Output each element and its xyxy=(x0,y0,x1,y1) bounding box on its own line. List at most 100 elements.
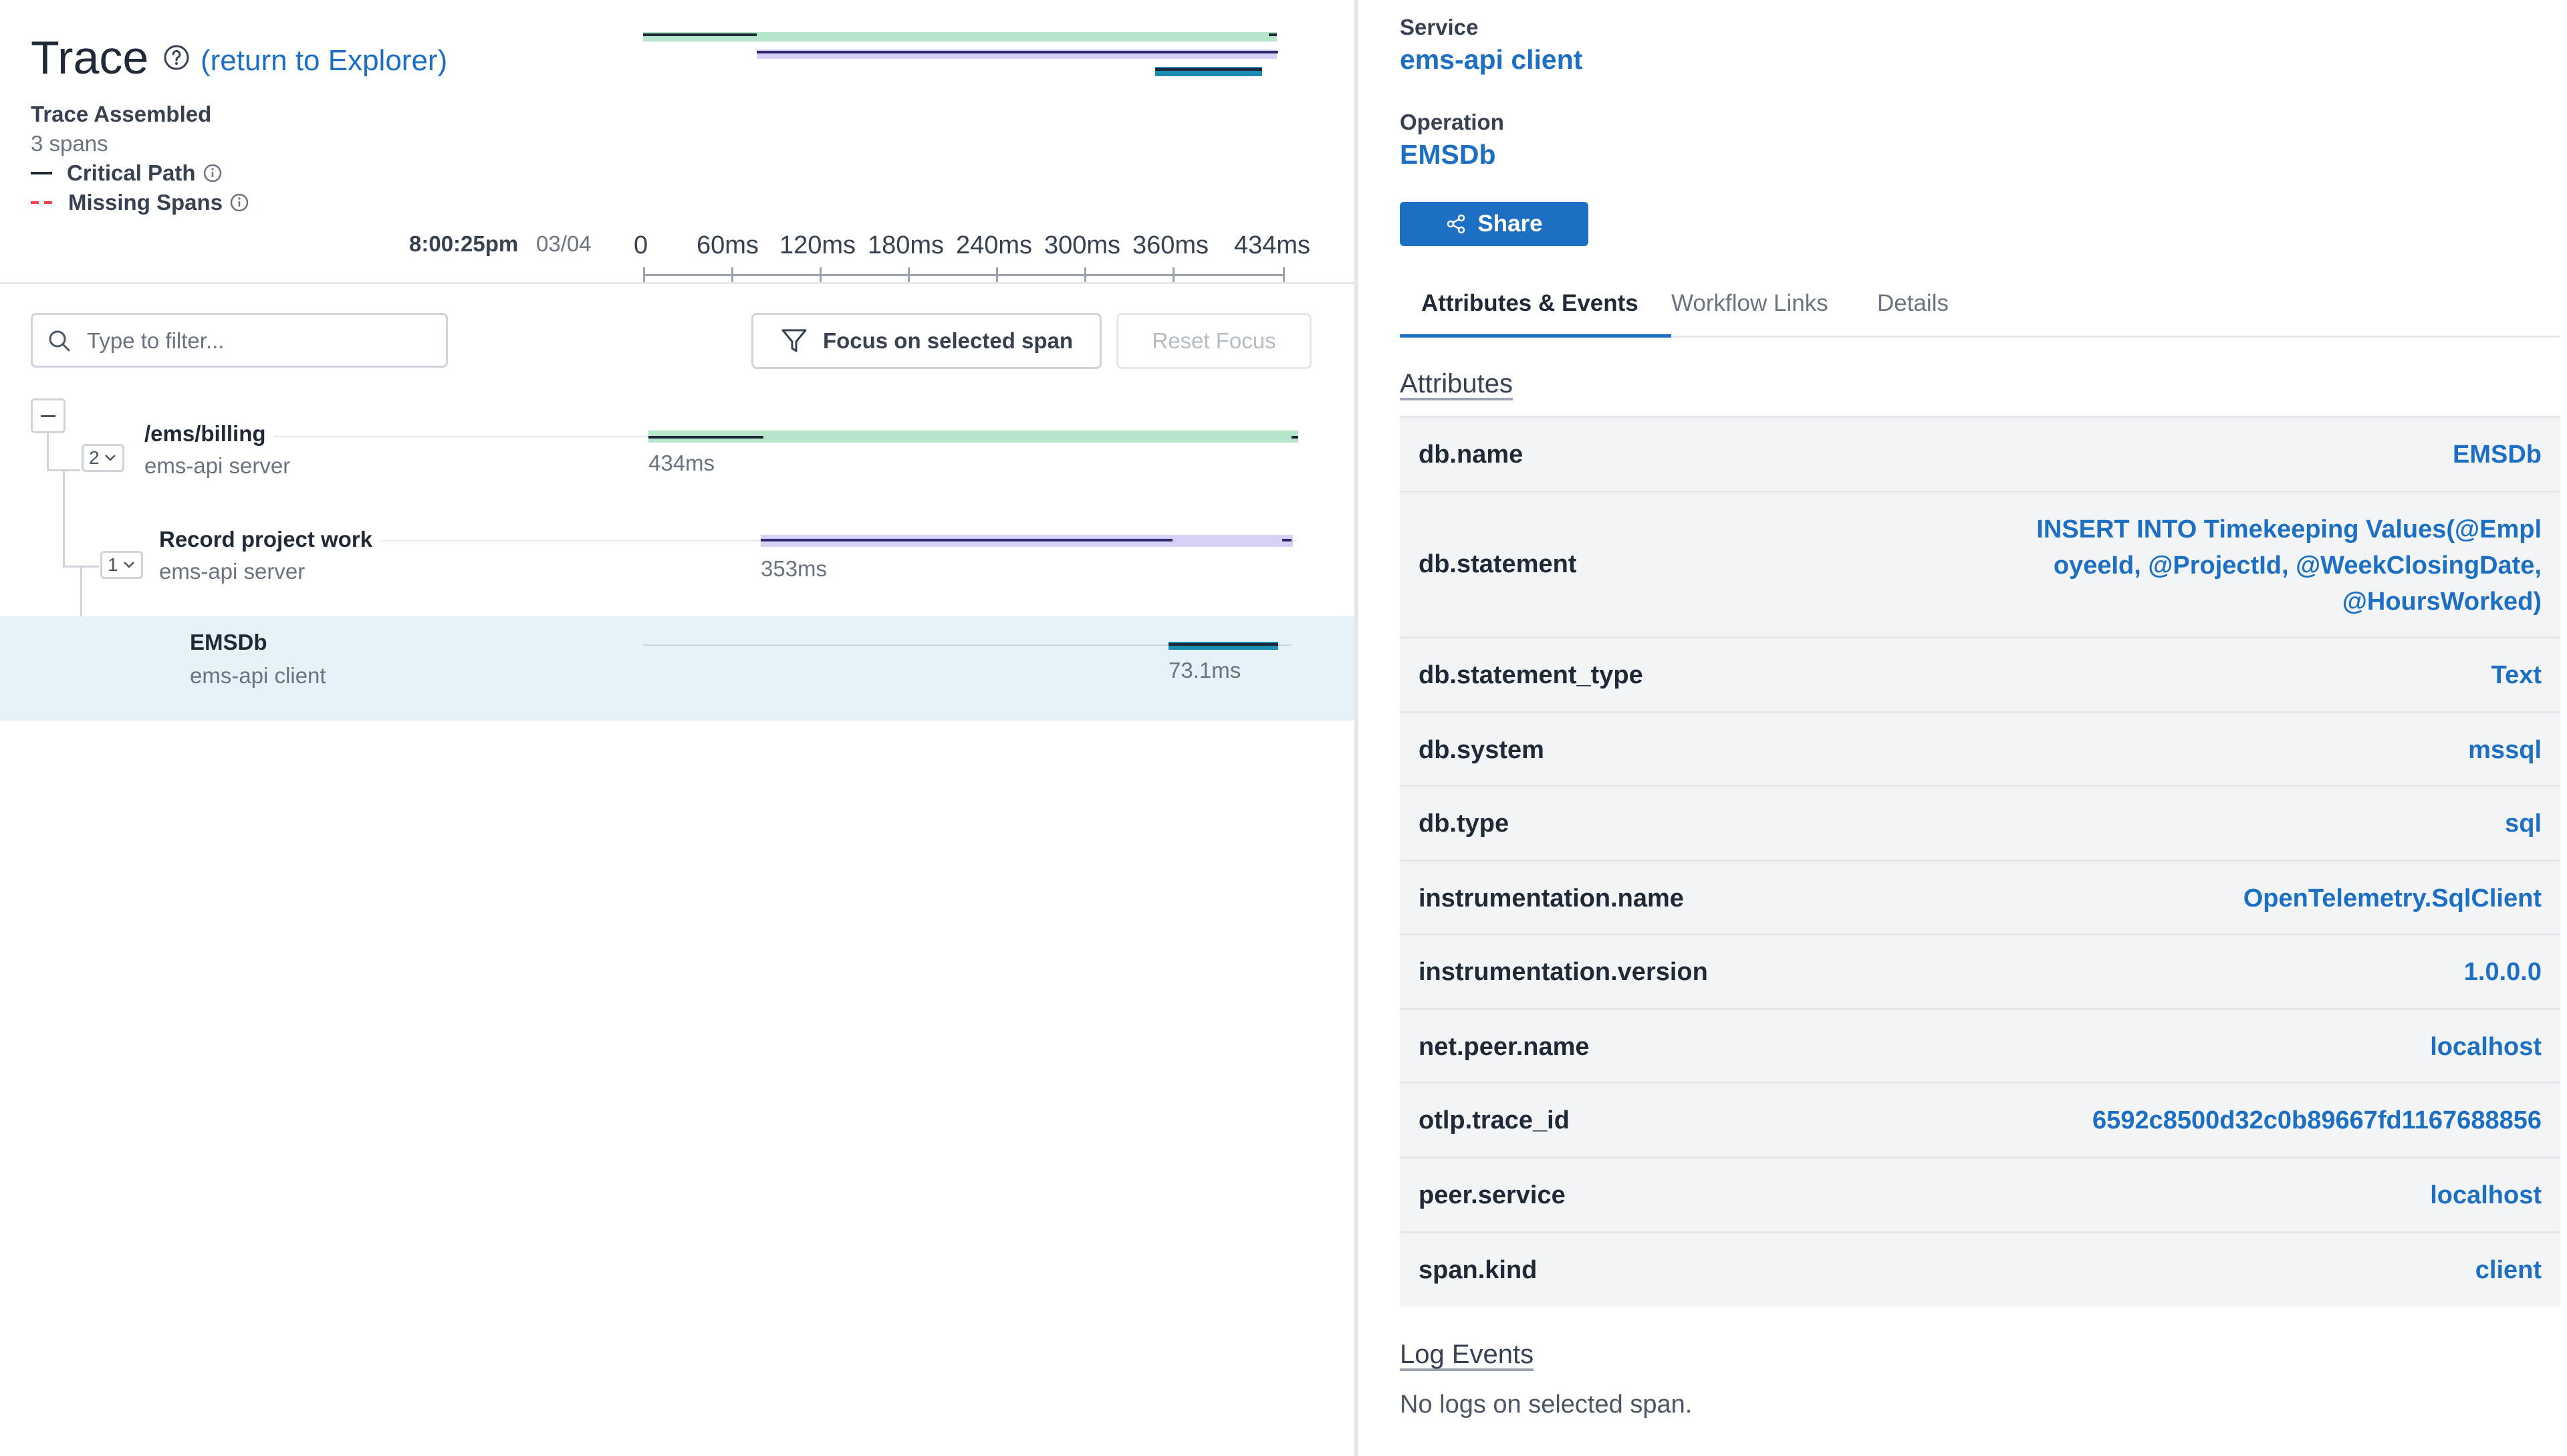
attribute-value-multiline[interactable]: INSERT INTO Timekeeping Values(@Empl oye… xyxy=(2036,511,2542,620)
tab-details[interactable]: Details xyxy=(1877,290,1949,317)
attribute-value[interactable]: localhost xyxy=(2430,1181,2542,1210)
tick-label: 300ms xyxy=(1044,231,1121,259)
attribute-row: db.statement_type Text xyxy=(1400,636,2560,711)
tick-mark xyxy=(1173,267,1175,282)
children-count-toggle[interactable]: 1 xyxy=(100,551,143,579)
attribute-row: otlp.trace_id 6592c8500d32c0b89667fd1167… xyxy=(1400,1082,2560,1157)
span-name: /ems/billing xyxy=(144,421,266,446)
missing-spans-dash-icon xyxy=(31,201,55,204)
minimap-critical-emsdb xyxy=(1155,68,1262,71)
active-tab-indicator xyxy=(1400,334,1671,338)
share-icon xyxy=(1447,214,1465,234)
minimap-critical-billing xyxy=(643,33,757,36)
tab-attributes-events[interactable]: Attributes & Events xyxy=(1421,290,1638,317)
legend-missing-spans-label: Missing Spans xyxy=(68,190,223,215)
attribute-value[interactable]: localhost xyxy=(2430,1033,2542,1062)
minimap-critical-billing-end xyxy=(1269,33,1277,36)
attribute-row: span.kind client xyxy=(1400,1231,2560,1306)
attribute-key: otlp.trace_id xyxy=(1419,1106,1570,1134)
tab-workflow-links[interactable]: Workflow Links xyxy=(1671,290,1828,317)
share-button[interactable]: Share xyxy=(1400,202,1588,246)
tick-mark xyxy=(1283,267,1285,282)
tick-label: 434ms xyxy=(1234,231,1311,259)
help-icon[interactable] xyxy=(163,44,190,71)
span-name: Record project work xyxy=(159,527,373,552)
page-title: Trace xyxy=(31,31,149,84)
attribute-row: instrumentation.version 1.0.0.0 xyxy=(1400,933,2560,1008)
no-logs-message: No logs on selected span. xyxy=(1400,1390,1693,1419)
trace-start-date: 03/04 xyxy=(536,231,592,256)
operation-value-link[interactable]: EMSDb xyxy=(1400,139,1496,170)
info-icon[interactable] xyxy=(229,193,249,213)
tick-label: 120ms xyxy=(779,231,856,259)
critical-path-segment xyxy=(1292,436,1298,439)
tick-mark xyxy=(643,267,645,282)
share-label: Share xyxy=(1477,211,1543,237)
tick-label: 0 xyxy=(634,231,648,259)
focus-button-label: Focus on selected span xyxy=(822,328,1074,353)
critical-path-segment xyxy=(1282,539,1292,541)
attribute-key: span.kind xyxy=(1419,1256,1538,1284)
span-duration: 353ms xyxy=(761,556,828,581)
span-service: ems-api server xyxy=(159,559,305,584)
focus-on-selected-span-button[interactable]: Focus on selected span xyxy=(751,313,1102,369)
attribute-key: net.peer.name xyxy=(1419,1033,1590,1061)
attribute-value[interactable]: 1.0.0.0 xyxy=(2464,958,2542,987)
attribute-row: db.type sql xyxy=(1400,785,2560,860)
filter-input[interactable] xyxy=(87,325,435,357)
attribute-key: instrumentation.version xyxy=(1419,958,1708,986)
minimap-critical-record xyxy=(757,51,1278,53)
attribute-key: peer.service xyxy=(1419,1181,1566,1209)
span-count: 3 spans xyxy=(31,131,108,156)
trace-minimap[interactable] xyxy=(643,29,1285,83)
span-row-billing[interactable]: 2 /ems/billing ems-api server 434ms xyxy=(0,416,1354,503)
attribute-value[interactable]: Text xyxy=(2491,661,2542,690)
chevron-down-icon xyxy=(123,562,134,568)
tick-label: 240ms xyxy=(956,231,1033,259)
attribute-key: instrumentation.name xyxy=(1419,884,1684,913)
tick-mark xyxy=(996,267,998,282)
service-label: Service xyxy=(1400,15,1479,39)
critical-path-line-icon xyxy=(31,172,52,174)
attribute-key: db.statement xyxy=(1419,550,1577,578)
span-service: ems-api server xyxy=(144,453,291,478)
info-icon[interactable] xyxy=(203,163,223,183)
chevron-down-icon xyxy=(104,455,116,461)
attribute-value-line: oyeeId, @ProjectId, @WeekClosingDate, xyxy=(2053,552,2542,580)
attribute-value[interactable]: OpenTelemetry.SqlClient xyxy=(2243,884,2542,913)
legend-critical-path: Critical Path xyxy=(31,160,223,186)
attribute-value[interactable]: mssql xyxy=(2468,736,2542,765)
log-events-section-title: Log Events xyxy=(1400,1340,1534,1369)
operation-label: Operation xyxy=(1400,110,1504,134)
span-row-emsdb-selected[interactable]: EMSDb ems-api client 73.1ms xyxy=(0,616,1354,721)
funnel-icon xyxy=(781,329,807,352)
reset-button-label: Reset Focus xyxy=(1152,328,1276,353)
children-count-toggle[interactable]: 2 xyxy=(82,444,124,472)
attribute-value[interactable]: 6592c8500d32c0b89667fd1167688856 xyxy=(2092,1106,2542,1135)
reset-focus-button[interactable]: Reset Focus xyxy=(1116,313,1312,369)
legend-critical-path-label: Critical Path xyxy=(67,160,196,185)
row-guide-line xyxy=(274,436,648,437)
attribute-value[interactable]: EMSDb xyxy=(2453,441,2542,469)
attribute-value[interactable]: client xyxy=(2475,1256,2542,1285)
children-count: 1 xyxy=(108,554,118,575)
tick-label: 60ms xyxy=(697,231,759,259)
trace-start-time: 8:00:25pm xyxy=(409,231,519,256)
header-divider xyxy=(0,282,1354,284)
attribute-row: db.statement INSERT INTO Timekeeping Val… xyxy=(1400,491,2560,636)
tick-mark xyxy=(908,267,910,282)
return-to-explorer-link[interactable]: (return to Explorer) xyxy=(201,44,447,78)
attribute-row: db.system mssql xyxy=(1400,711,2560,785)
time-axis xyxy=(643,274,1285,276)
service-value-link[interactable]: ems-api client xyxy=(1400,44,1582,76)
attribute-row: instrumentation.name OpenTelemetry.SqlCl… xyxy=(1400,860,2560,933)
attribute-value[interactable]: sql xyxy=(2505,810,2542,838)
tick-mark xyxy=(1084,267,1086,282)
attributes-section-title: Attributes xyxy=(1400,369,1513,398)
trace-status: Trace Assembled xyxy=(31,102,212,126)
span-row-record-project-work[interactable]: 1 Record project work ems-api server 353… xyxy=(0,521,1354,608)
tick-label: 180ms xyxy=(868,231,945,259)
tick-label: 360ms xyxy=(1132,231,1209,259)
span-details-panel: Service ems-api client Operation EMSDb S… xyxy=(1358,0,2567,1456)
tick-mark xyxy=(731,267,733,282)
